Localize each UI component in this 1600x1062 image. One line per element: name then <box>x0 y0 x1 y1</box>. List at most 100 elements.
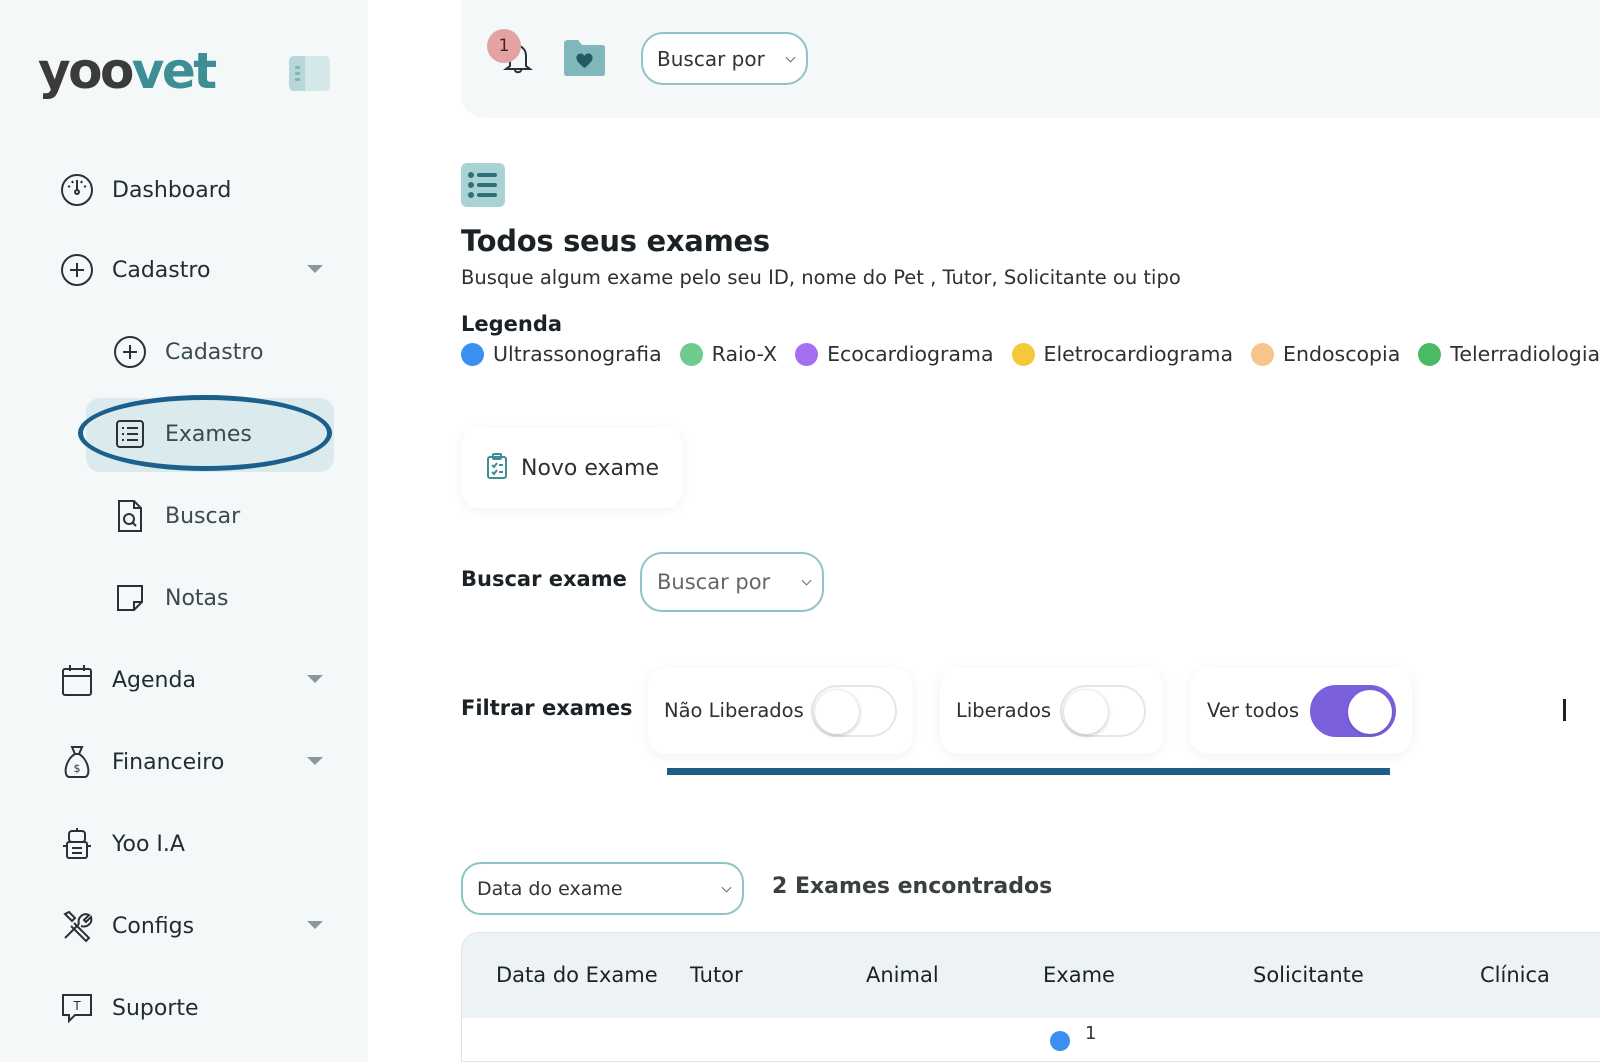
sidebar-item-label: Financeiro <box>112 749 225 775</box>
sort-select[interactable]: Data do exame <box>461 862 744 915</box>
filter-label: Ver todos <box>1207 699 1300 722</box>
sidebar-item-label: Agenda <box>112 667 196 693</box>
color-dot <box>461 342 484 366</box>
topbar <box>461 0 1600 118</box>
table-row[interactable]: 1 <box>1085 1023 1096 1044</box>
filter-ver-todos-toggle[interactable] <box>1310 685 1396 737</box>
filter-ver-todos-card: Ver todos <box>1190 668 1412 754</box>
results-count: 2 Exames encontrados <box>772 874 1053 899</box>
column-header-tutor[interactable]: Tutor <box>690 963 743 987</box>
column-header-animal[interactable]: Animal <box>866 963 939 987</box>
exams-table: Data do Exame Tutor Animal Exame Solicit… <box>461 932 1600 1062</box>
plus-circle-icon <box>111 333 149 371</box>
color-dot <box>679 342 703 366</box>
plus-circle-icon <box>58 251 96 289</box>
legend-label: Endoscopia <box>1283 342 1401 366</box>
table-header: Data do Exame Tutor Animal Exame Solicit… <box>462 933 1600 1018</box>
legend-item-telerradiologia: Telerradiologia <box>1418 342 1600 366</box>
sidebar-subitem-buscar[interactable]: Buscar <box>111 494 240 538</box>
exam-type-legend: Ultrassonografia Raio-X Ecocardiograma E… <box>461 342 1600 366</box>
column-header-clinica[interactable]: Clínica <box>1480 963 1550 987</box>
filter-liberados-card: Liberados <box>940 668 1163 754</box>
select-value: Buscar por <box>657 46 765 71</box>
color-dot <box>1251 342 1275 366</box>
sidebar-item-yoo-ia[interactable]: Yoo I.A <box>58 822 185 866</box>
page-list-icon <box>461 163 505 207</box>
filter-nao-liberados-card: Não Liberados <box>648 668 913 754</box>
sidebar-item-label: Cadastro <box>165 339 264 365</box>
search-exam-label: Buscar exame <box>461 567 627 591</box>
sidebar-item-dashboard[interactable]: Dashboard <box>58 168 328 212</box>
column-header-exame[interactable]: Exame <box>1043 963 1115 987</box>
legend-item-ecocardiograma: Ecocardiograma <box>795 342 994 366</box>
column-header-solicitante[interactable]: Solicitante <box>1253 963 1364 987</box>
sidebar-item-financeiro[interactable]: $ Financeiro <box>58 740 323 784</box>
sidebar-item-label: Suporte <box>112 995 199 1021</box>
tools-icon <box>58 907 96 945</box>
clipboard-icon <box>485 452 509 484</box>
sidebar-item-label: Yoo I.A <box>112 831 185 857</box>
legend-item-raio-x: Raio-X <box>679 342 778 366</box>
chevron-down-icon[interactable] <box>307 921 323 929</box>
legend-label: Ecocardiograma <box>827 342 994 366</box>
chevron-down-icon[interactable] <box>307 265 323 273</box>
list-icon <box>111 415 149 453</box>
sidebar-item-cadastro[interactable]: Cadastro <box>58 248 323 292</box>
favorites-folder-icon[interactable] <box>562 38 607 78</box>
svg-text:T: T <box>72 999 81 1013</box>
page-subtitle: Busque algum exame pelo seu ID, nome do … <box>461 266 1181 289</box>
sidebar-item-label: Notas <box>165 585 229 611</box>
support-chat-icon: T <box>58 989 96 1027</box>
filter-label: Liberados <box>956 699 1052 722</box>
chevron-down-icon <box>721 882 732 893</box>
filter-exams-label: Filtrar exames <box>461 696 633 720</box>
calendar-icon <box>58 661 96 699</box>
color-dot <box>1418 342 1442 366</box>
column-header-data[interactable]: Data do Exame <box>496 963 658 987</box>
topbar-search-select[interactable]: Buscar por <box>641 32 808 85</box>
filter-liberados-toggle[interactable] <box>1060 685 1146 737</box>
sidebar-subitem-notas[interactable]: Notas <box>111 576 229 620</box>
search-by-select[interactable]: Buscar por <box>640 552 824 612</box>
sidebar-item-agenda[interactable]: Agenda <box>58 658 323 702</box>
color-dot <box>1011 342 1035 366</box>
logo-text-vet: vet <box>131 42 217 100</box>
svg-text:$: $ <box>74 762 81 775</box>
chevron-down-icon[interactable] <box>307 675 323 683</box>
dashboard-gauge-icon <box>58 171 96 209</box>
legend-title: Legenda <box>461 312 563 336</box>
exam-type-dot <box>1050 1031 1070 1051</box>
cut-off-element <box>1563 699 1566 721</box>
select-value: Data do exame <box>477 877 623 900</box>
money-bag-icon: $ <box>58 743 96 781</box>
select-value: Buscar por <box>657 570 771 594</box>
sidebar-item-label: Buscar <box>165 503 241 529</box>
sidebar-item-label: Dashboard <box>112 177 232 203</box>
sidebar-item-label: Configs <box>112 913 195 939</box>
legend-label: Raio-X <box>711 342 778 366</box>
sidebar-subitem-cadastro[interactable]: Cadastro <box>111 330 263 374</box>
sidebar: yoovet Dashboard Cadastro Cadastro Exame… <box>0 0 368 1062</box>
chevron-down-icon[interactable] <box>307 757 323 765</box>
new-exam-label: Novo exame <box>521 455 660 481</box>
filter-nao-liberados-toggle[interactable] <box>811 685 897 737</box>
chevron-down-icon <box>785 52 796 63</box>
sidebar-item-configs[interactable]: Configs <box>58 904 323 948</box>
search-document-icon <box>111 497 149 535</box>
notification-badge[interactable]: 1 <box>487 29 521 63</box>
sidebar-item-label: Exames <box>165 421 252 447</box>
sidebar-item-suporte[interactable]: T Suporte <box>58 986 199 1030</box>
new-exam-button[interactable]: Novo exame <box>461 428 683 508</box>
note-icon <box>111 579 149 617</box>
legend-item-endoscopia: Endoscopia <box>1251 342 1400 366</box>
sidebar-item-label: Cadastro <box>112 257 211 283</box>
logo-text-yoo: yoo <box>38 42 134 100</box>
legend-label: Ultrassonografia <box>493 342 662 366</box>
legend-label: Eletrocardiograma <box>1043 342 1234 366</box>
yoovet-logo[interactable]: yoovet <box>38 40 217 102</box>
filter-label: Não Liberados <box>664 699 804 722</box>
sidebar-collapse-icon[interactable] <box>289 56 330 91</box>
legend-item-ultrassonografia: Ultrassonografia <box>461 342 662 366</box>
color-dot <box>795 342 819 366</box>
sidebar-subitem-exames[interactable]: Exames <box>111 412 252 456</box>
